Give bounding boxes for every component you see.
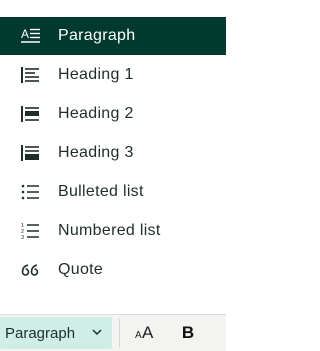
menu-item-label: Bulleted list (58, 183, 144, 200)
chevron-down-icon (92, 329, 102, 336)
heading-2-icon (21, 106, 39, 122)
menu-item-quote[interactable]: Quote (0, 251, 226, 289)
menu-item-heading-2[interactable]: Heading 2 (0, 95, 226, 133)
toolbar-divider (119, 319, 120, 347)
font-size-large-letter: A (142, 323, 154, 342)
heading-3-icon (21, 145, 39, 161)
menu-item-label: Heading 3 (58, 144, 134, 161)
quote-icon (21, 264, 39, 276)
text-style-menu: A Paragraph Heading 1 Heading 2 Heading … (0, 0, 226, 310)
text-style-value: Paragraph (5, 324, 76, 342)
menu-item-label: Quote (58, 261, 104, 278)
menu-item-label: Heading 1 (58, 66, 134, 83)
font-size-button[interactable]: A A (128, 319, 160, 347)
menu-item-label: Numbered list (58, 222, 161, 239)
menu-item-heading-3[interactable]: Heading 3 (0, 134, 226, 172)
svg-text:3: 3 (21, 235, 24, 240)
numbered-list-icon: 1 2 3 (21, 223, 39, 240)
menu-item-bulleted-list[interactable]: Bulleted list (0, 173, 226, 211)
menu-item-heading-1[interactable]: Heading 1 (0, 56, 226, 94)
menu-item-label: Paragraph (58, 27, 136, 44)
heading-1-icon (21, 67, 39, 83)
paragraph-icon: A (21, 27, 40, 43)
font-size-small-letter: A (135, 330, 142, 341)
menu-item-paragraph[interactable]: A Paragraph (0, 17, 226, 55)
bold-button[interactable]: B (174, 319, 202, 347)
formatting-toolbar: Paragraph A A B (0, 314, 226, 351)
svg-text:A: A (21, 27, 29, 41)
bulleted-list-icon (21, 184, 39, 200)
menu-item-numbered-list[interactable]: 1 2 3 Numbered list (0, 212, 226, 250)
text-style-dropdown[interactable]: Paragraph (0, 317, 112, 349)
menu-item-label: Heading 2 (58, 105, 134, 122)
